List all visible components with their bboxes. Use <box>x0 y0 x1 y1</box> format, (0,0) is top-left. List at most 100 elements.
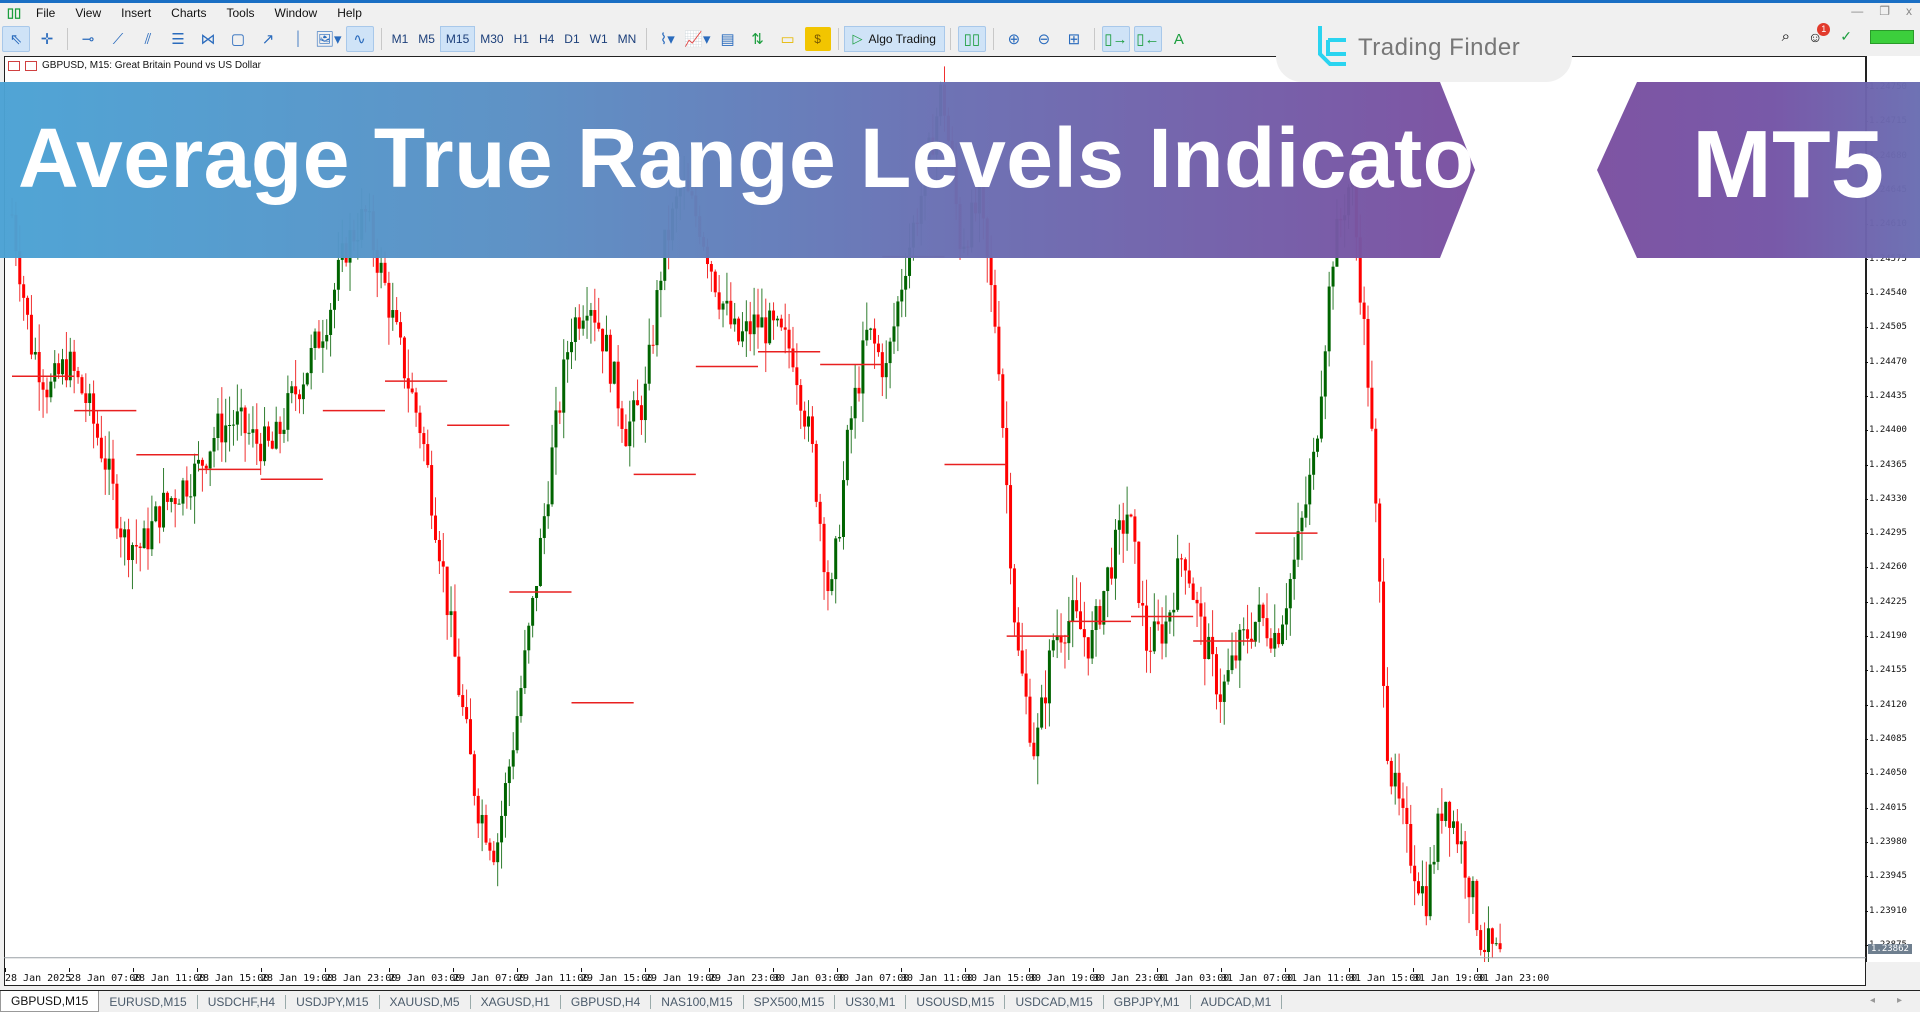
minimize-icon[interactable]: — <box>1851 4 1863 18</box>
timeframe-m15[interactable]: M15 <box>439 26 476 52</box>
chart-type-icon[interactable]: ⌇▾ <box>654 27 680 51</box>
candle-body <box>165 492 169 502</box>
candle-body <box>1102 591 1106 625</box>
zoom-out-icon[interactable]: ⊖ <box>1031 27 1057 51</box>
candle-body <box>1176 558 1180 610</box>
image-menu-icon[interactable]: 🖼▾ <box>315 27 342 51</box>
dollar-icon[interactable]: $ <box>804 27 831 51</box>
chart-tab[interactable]: USDCAD,M15 <box>1005 994 1104 1009</box>
timeframe-m5[interactable]: M5 <box>413 27 440 51</box>
candle-body <box>1222 681 1226 702</box>
candle-body <box>1417 881 1421 894</box>
menu-insert[interactable]: Insert <box>113 6 163 20</box>
indicators-icon[interactable]: 📈▾ <box>684 27 710 51</box>
menu-view[interactable]: View <box>67 6 113 20</box>
chart-tab[interactable]: GBPUSD,M15 <box>0 991 100 1012</box>
candle-body <box>756 314 760 328</box>
horizontal-line-icon[interactable]: ⊸ <box>75 27 101 51</box>
auto-scroll-icon[interactable]: ▯→ <box>1101 26 1130 52</box>
price-tick-label: 1.24365 <box>1865 459 1907 470</box>
chart-tab[interactable]: SPX500,M15 <box>744 994 836 1009</box>
equidistant-channel-icon[interactable]: ⫽ <box>135 27 161 51</box>
candle-body <box>1300 517 1304 532</box>
scroll-left-icon[interactable]: ◂ <box>1870 995 1875 1006</box>
fibonacci-fan-icon[interactable]: ⋈ <box>195 27 221 51</box>
candle-body <box>200 459 204 466</box>
chart-tab[interactable]: AUDCAD,M1 <box>1191 994 1283 1009</box>
chart-tab[interactable]: EURUSD,M15 <box>99 994 198 1009</box>
chart-tab[interactable]: NAS100,M15 <box>651 994 744 1009</box>
candle-body <box>1494 943 1498 945</box>
crosshair-tool-icon[interactable]: ✛ <box>34 27 60 51</box>
text-tool-icon[interactable]: A <box>1166 27 1192 51</box>
candle-body <box>538 537 542 586</box>
candle-body <box>717 292 721 310</box>
templates-icon[interactable]: ▤ <box>715 27 741 51</box>
restore-icon[interactable]: ❐ <box>1879 4 1890 18</box>
account-icon[interactable]: ☺ 1 <box>1808 22 1831 45</box>
timeframe-mn[interactable]: MN <box>613 27 642 51</box>
vertical-line-icon[interactable]: ⏐ <box>285 27 311 51</box>
toolbar-separator <box>646 28 648 50</box>
candle-body <box>733 318 737 325</box>
chart-tab[interactable]: USDCHF,H4 <box>198 994 287 1009</box>
timeframe-w1[interactable]: W1 <box>585 27 613 51</box>
tile-windows-icon[interactable]: ⊞ <box>1061 27 1087 51</box>
candle-body <box>430 465 434 516</box>
menu-help[interactable]: Help <box>329 6 374 20</box>
timeframe-h4[interactable]: H4 <box>534 27 559 51</box>
fibonacci-retracement-icon[interactable]: ☰ <box>165 27 191 51</box>
candle-body <box>566 352 570 360</box>
candle-body <box>577 317 581 329</box>
candle-body <box>775 318 779 321</box>
candlesticks-icon[interactable]: ▯▯ <box>957 26 986 52</box>
timeframe-d1[interactable]: D1 <box>559 27 584 51</box>
candle-body <box>1261 604 1265 619</box>
chart-tab[interactable]: USOUSD,M15 <box>906 994 1006 1009</box>
candle-body <box>1001 374 1005 428</box>
time-tick-label: 28 Jan 15:00 <box>197 968 270 984</box>
banner-title: Average True Range Levels Indicator <box>18 111 1508 205</box>
chart-tab[interactable]: US30,M1 <box>835 994 907 1009</box>
chart-tab[interactable]: USDJPY,M15 <box>286 994 380 1009</box>
candle-body <box>1284 608 1288 625</box>
search-icon[interactable]: ⌕ <box>1782 28 1790 45</box>
candle-body <box>231 424 235 426</box>
candle-body <box>1257 604 1261 622</box>
cursor-tool-icon[interactable]: ⇖ <box>2 26 30 52</box>
arrowed-line-icon[interactable]: ↗ <box>255 27 281 51</box>
rectangle-icon[interactable]: ▢ <box>225 27 251 51</box>
candle-body <box>1160 624 1164 644</box>
timeframe-m30[interactable]: M30 <box>475 27 508 51</box>
candle-body <box>313 331 317 348</box>
toolbar-separator <box>837 28 839 50</box>
trade-arrows-icon[interactable]: ⇅ <box>745 27 771 51</box>
chart-tab[interactable]: GBPJPY,M1 <box>1104 994 1191 1009</box>
chart-tab[interactable]: GBPUSD,H4 <box>561 994 652 1009</box>
candle-body <box>779 318 783 328</box>
chart-tab[interactable]: XAGUSD,H1 <box>471 994 561 1009</box>
chart-tab[interactable]: XAUUSD,M5 <box>380 994 471 1009</box>
candle-body <box>589 310 593 316</box>
time-tick-label: 31 Jan 07:00 <box>1221 968 1294 984</box>
zoom-in-icon[interactable]: ⊕ <box>1001 27 1027 51</box>
timeframe-h1[interactable]: H1 <box>509 27 534 51</box>
menu-window[interactable]: Window <box>267 6 330 20</box>
candle-body <box>1195 599 1199 604</box>
close-icon[interactable]: x <box>1906 4 1912 18</box>
candle-body <box>465 707 469 720</box>
menu-file[interactable]: File <box>28 6 67 20</box>
candle-body <box>259 443 263 462</box>
algo-trading-button[interactable]: ▷ Algo Trading <box>843 26 945 52</box>
candle-body <box>1090 630 1094 659</box>
menu-tools[interactable]: Tools <box>219 6 267 20</box>
chart-shift-icon[interactable]: ▯← <box>1133 26 1162 52</box>
scroll-right-icon[interactable]: ▸ <box>1897 995 1902 1006</box>
app-logo-icon: ▯▯ <box>6 5 22 20</box>
timeframe-m1[interactable]: M1 <box>387 27 414 51</box>
menu-charts[interactable]: Charts <box>163 6 218 20</box>
trend-line-icon[interactable]: ⟋ <box>105 27 131 51</box>
folder-icon[interactable]: ▭ <box>775 27 801 51</box>
price-tick-label: 1.24015 <box>1865 802 1907 813</box>
indicator-window-icon[interactable]: ∿ <box>345 26 374 52</box>
